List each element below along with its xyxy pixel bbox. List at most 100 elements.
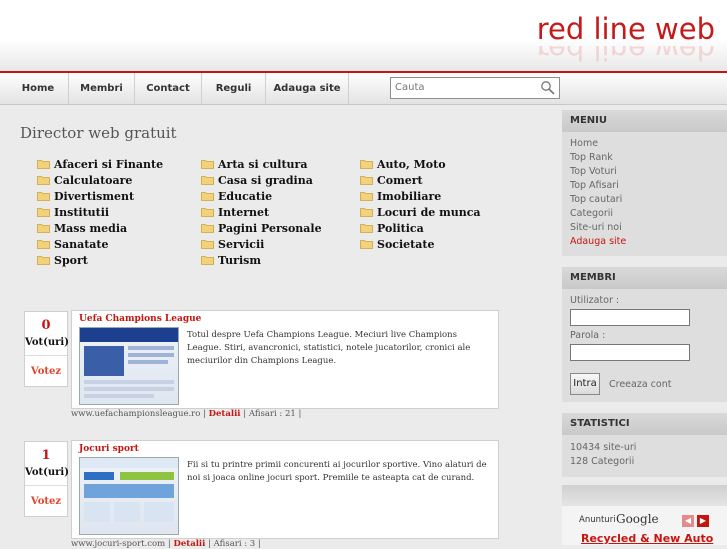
vote-label: Vot(uri) (25, 467, 69, 478)
sidebar-item-new-sites[interactable]: Site-uri noi (562, 221, 727, 235)
nav-add-site[interactable]: Adauga site (266, 73, 349, 104)
login-button[interactable]: Intra (570, 373, 600, 395)
search-input[interactable] (393, 79, 537, 95)
category-item[interactable]: Imobiliare (360, 190, 441, 203)
category-item[interactable]: Sport (37, 254, 88, 267)
folder-icon (360, 192, 373, 201)
category-item[interactable]: Calculatoare (37, 174, 132, 187)
sidebar-item-top-views[interactable]: Top Afisari (562, 179, 727, 193)
category-item[interactable]: Sanatate (37, 238, 108, 251)
ad-link[interactable]: Recycled & New Auto (581, 532, 713, 545)
folder-icon (201, 192, 214, 201)
sidebar-item-top-rank[interactable]: Top Rank (562, 151, 727, 165)
listing-url[interactable]: www.jocuri-sport.com (71, 539, 165, 549)
category-label: Sport (54, 254, 88, 267)
sidebar-item-top-votes[interactable]: Top Voturi (562, 165, 727, 179)
category-label: Casa si gradina (218, 174, 313, 187)
listing-description: Fii si tu printre primii concurenti ai j… (187, 460, 487, 483)
folder-icon (37, 256, 50, 265)
folder-icon (37, 224, 50, 233)
chevron-left-icon[interactable]: ◀ (682, 515, 694, 527)
site-logo[interactable]: red line web (537, 12, 715, 46)
category-item[interactable]: Mass media (37, 222, 127, 235)
folder-icon (201, 224, 214, 233)
folder-icon (37, 160, 50, 169)
folder-icon (37, 208, 50, 217)
folder-icon (201, 240, 214, 249)
sidebar-item-add-site[interactable]: Adauga site (562, 235, 727, 249)
category-label: Institutii (54, 206, 110, 219)
category-label: Locuri de munca (377, 206, 481, 219)
vote-button[interactable]: Votez (25, 366, 67, 377)
folder-icon (201, 176, 214, 185)
chevron-right-icon[interactable]: ▶ (697, 515, 709, 527)
vote-count: 1 (41, 448, 51, 463)
sidebar-item-home[interactable]: Home (562, 137, 727, 151)
vote-box: 1 Vot(uri) Votez (24, 441, 69, 517)
sidebar-item-top-searches[interactable]: Top cautari (562, 193, 727, 207)
details-link[interactable]: Detalii (173, 539, 205, 549)
divider (25, 485, 67, 486)
username-field[interactable] (570, 309, 690, 326)
category-item[interactable]: Afaceri si Finante (37, 158, 163, 171)
vote-count: 0 (41, 318, 51, 333)
category-item[interactable]: Auto, Moto (360, 158, 446, 171)
nav-home[interactable]: Home (8, 73, 69, 104)
sidebar-item-categories[interactable]: Categorii (562, 207, 727, 221)
listing-title[interactable]: Jocuri sport (79, 444, 139, 454)
page-header: red line web red line web (0, 0, 727, 70)
category-item[interactable]: Locuri de munca (360, 206, 481, 219)
ads-label: Anunturi (579, 515, 616, 525)
category-item[interactable]: Arta si cultura (201, 158, 307, 171)
nav-rules[interactable]: Reguli (202, 73, 266, 104)
menu-heading: MENIU (562, 110, 727, 132)
nav-members[interactable]: Membri (69, 73, 135, 104)
site-thumbnail[interactable] (79, 457, 179, 535)
search-box (390, 77, 560, 99)
separator: | (295, 409, 302, 419)
site-thumbnail[interactable] (79, 327, 179, 405)
separator: | (205, 539, 214, 549)
category-item[interactable]: Servicii (201, 238, 264, 251)
members-heading: MEMBRI (562, 267, 727, 289)
folder-icon (360, 240, 373, 249)
password-field[interactable] (570, 344, 690, 361)
separator: | (255, 539, 261, 549)
category-item[interactable]: Societate (360, 238, 434, 251)
listing-url[interactable]: www.uefachampionsleague.ro (71, 409, 200, 419)
folder-icon (360, 160, 373, 169)
divider (25, 355, 67, 356)
listing-footer: www.uefachampionsleague.ro | Detalii | A… (71, 409, 301, 419)
vote-label: Vot(uri) (25, 337, 69, 348)
nav-contact[interactable]: Contact (135, 73, 202, 104)
category-item[interactable]: Pagini Personale (201, 222, 322, 235)
listing-description: Totul despre Uefa Champions League. Meci… (187, 330, 471, 366)
category-item[interactable]: Educatie (201, 190, 272, 203)
category-label: Politica (377, 222, 424, 235)
category-item[interactable]: Casa si gradina (201, 174, 313, 187)
page-title: Director web gratuit (20, 124, 177, 142)
category-item[interactable]: Turism (201, 254, 261, 267)
username-label: Utilizator : (570, 295, 620, 306)
menu-panel: Home Top Rank Top Voturi Top Afisari Top… (562, 132, 727, 256)
listing-views: Afisari : 21 (248, 409, 296, 419)
category-item[interactable]: Politica (360, 222, 424, 235)
site-listing: Uefa Champions League Totul despre Uefa … (71, 310, 499, 409)
category-item[interactable]: Comert (360, 174, 423, 187)
folder-icon (201, 208, 214, 217)
create-account-link[interactable]: Creeaza cont (609, 379, 671, 390)
category-item[interactable]: Divertisment (37, 190, 134, 203)
category-label: Educatie (218, 190, 273, 203)
separator: | (240, 409, 249, 419)
category-item[interactable]: Internet (201, 206, 269, 219)
category-label: Arta si cultura (218, 158, 308, 171)
category-item[interactable]: Institutii (37, 206, 109, 219)
details-link[interactable]: Detalii (209, 409, 241, 419)
folder-icon (201, 256, 214, 265)
search-icon[interactable] (540, 80, 556, 96)
listing-title[interactable]: Uefa Champions League (79, 314, 201, 324)
site-listing: Jocuri sport Fii si tu printre primii co… (71, 440, 499, 539)
category-label: Comert (377, 174, 423, 187)
main-nav: Home Membri Contact Reguli Adauga site (0, 71, 727, 105)
vote-button[interactable]: Votez (25, 496, 67, 507)
